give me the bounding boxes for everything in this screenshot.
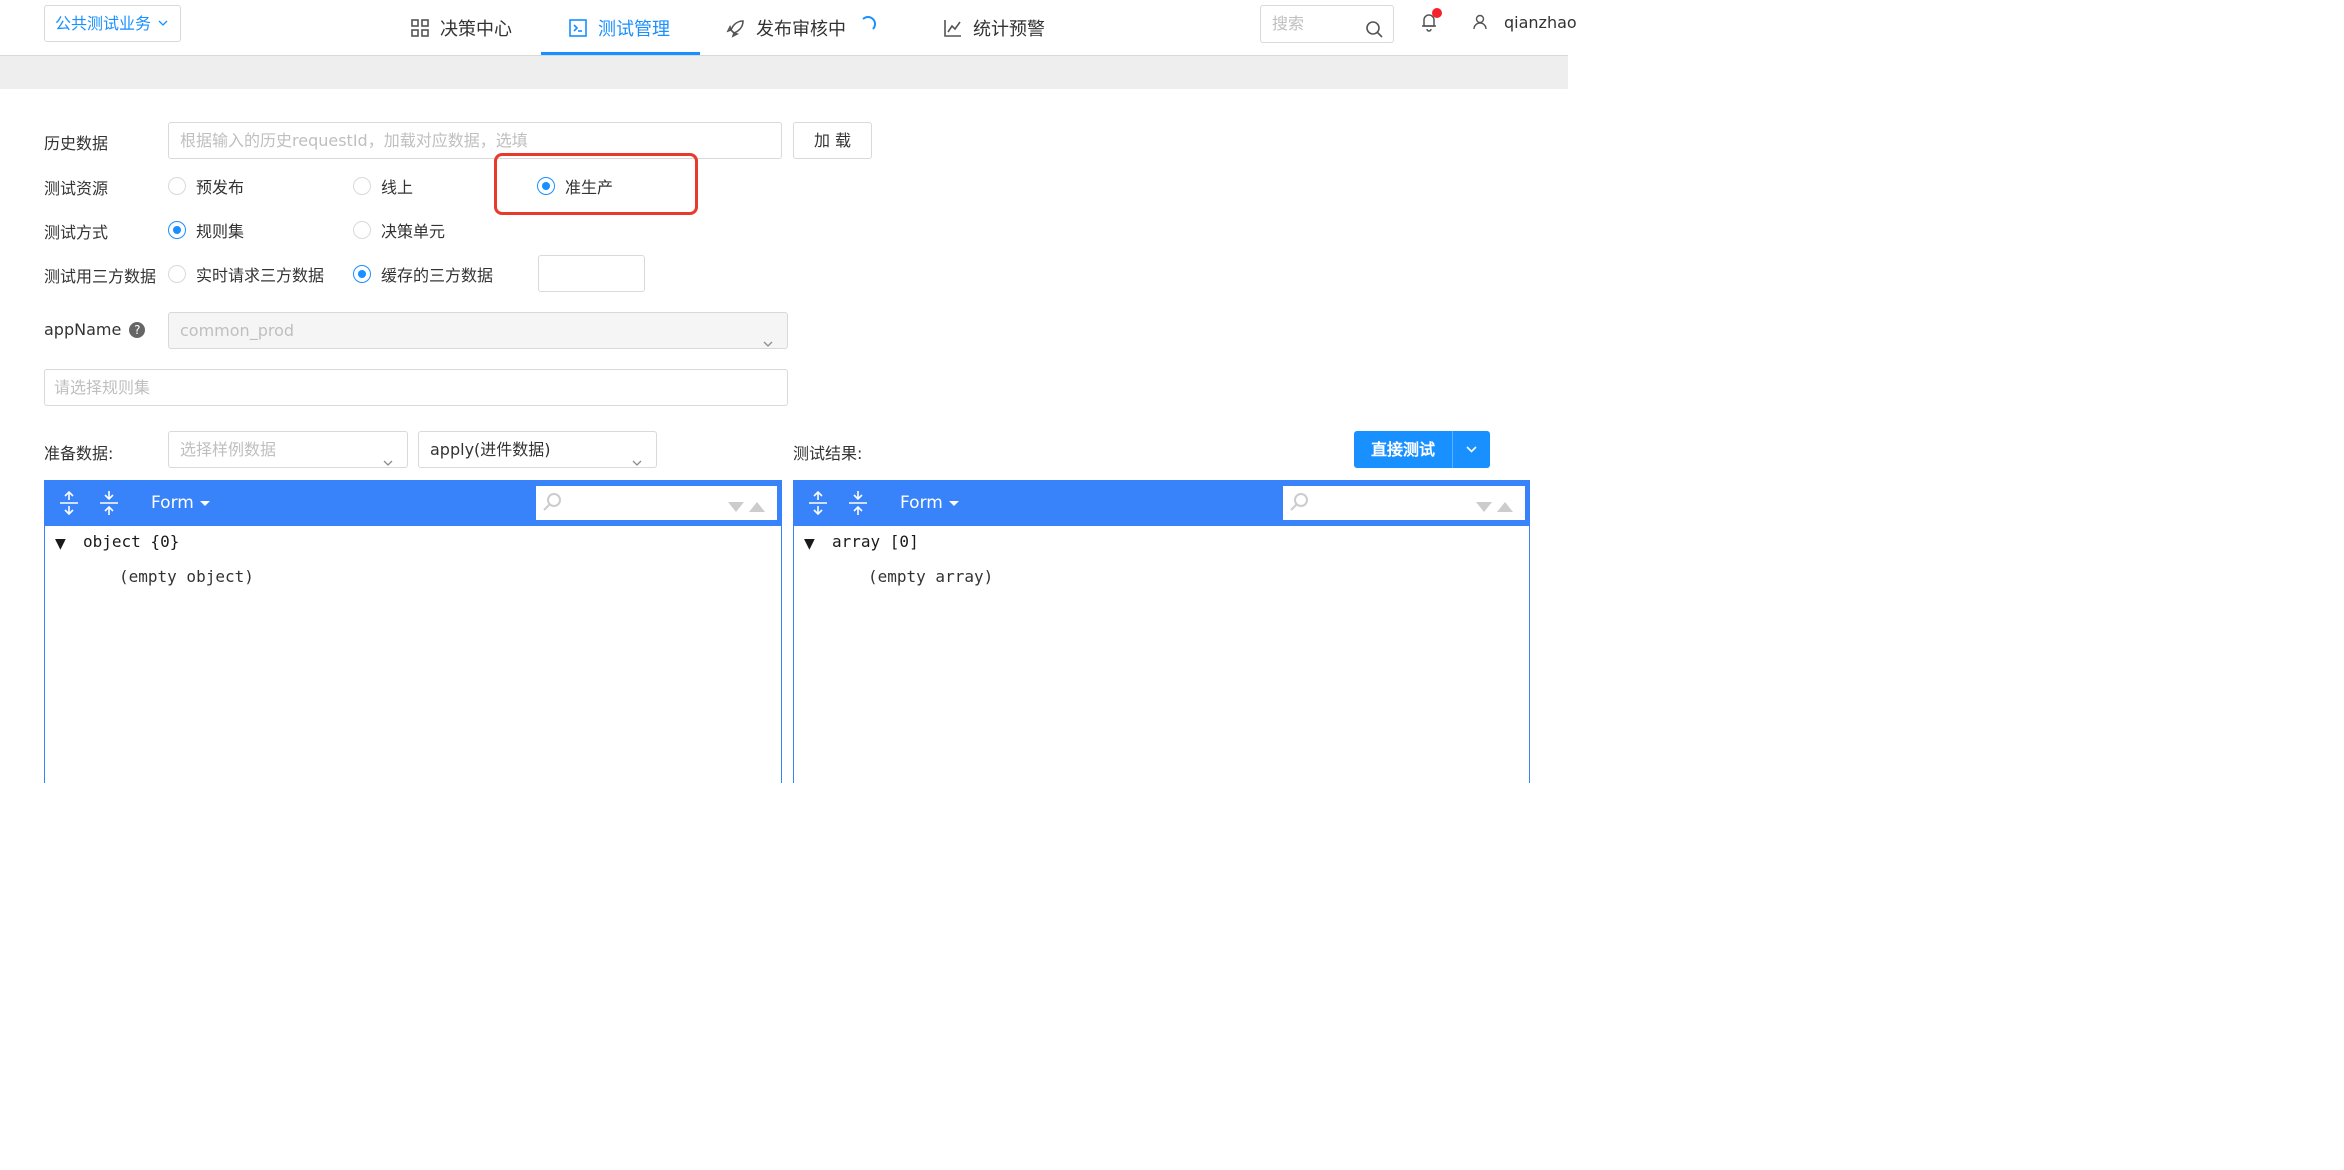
appname-value: common_prod [180, 321, 295, 340]
search-input[interactable]: 搜索 [1260, 5, 1394, 43]
username: qianzhao [1504, 12, 1577, 32]
editor-mode-menu[interactable]: Form [151, 481, 211, 526]
radio-resource-online[interactable]: 线上 [353, 174, 413, 198]
nav-active-indicator [541, 52, 700, 55]
history-placeholder: 根据输入的历史requestId，加载对应数据，选填 [180, 131, 528, 150]
ruleset-placeholder: 请选择规则集 [54, 378, 151, 397]
radio-thirdparty-cached-label: 缓存的三方数据 [381, 266, 494, 285]
user-menu[interactable]: qianzhao [1472, 0, 1577, 44]
nav-test-management-label: 测试管理 [598, 19, 670, 40]
search-icon [1289, 492, 1309, 512]
method-label: 测试方式 [44, 223, 109, 242]
line-chart-icon [943, 18, 963, 38]
radio-dot [168, 177, 186, 195]
nav-test-management[interactable]: 测试管理 [568, 0, 670, 56]
expand-all-icon[interactable] [56, 490, 82, 516]
editor-search-input[interactable] [536, 486, 777, 520]
annotation-highlight-box [494, 153, 698, 215]
radio-dot [353, 177, 371, 195]
search-prev-next-icon[interactable] [727, 498, 767, 512]
appname-label: appName? [44, 320, 146, 339]
search-icon [542, 492, 562, 512]
radio-dot [353, 221, 371, 239]
editor-search-input[interactable] [1283, 486, 1525, 520]
radio-method-ruleset-label: 规则集 [196, 222, 245, 241]
nav-decision-center-label: 决策中心 [440, 19, 512, 40]
editor-toolbar: Form [794, 481, 1529, 526]
tree-root-node[interactable]: array [0] [832, 532, 919, 551]
test-dropdown-button[interactable] [1453, 431, 1490, 468]
radio-resource-staging-label: 预发布 [196, 178, 245, 197]
radio-method-decision-unit-label: 决策单元 [381, 222, 446, 241]
loading-spinner-icon [860, 16, 876, 32]
collapse-all-icon[interactable] [96, 490, 122, 516]
collapse-all-icon[interactable] [845, 490, 871, 516]
grid-icon [410, 18, 430, 38]
tree-expand-toggle[interactable]: ▼ [55, 536, 66, 552]
nav-release-review-label: 发布审核中 [756, 19, 846, 40]
radio-dot [168, 265, 186, 283]
test-result-label: 测试结果: [793, 444, 863, 463]
chevron-down-icon [763, 326, 773, 347]
history-label: 历史数据 [44, 134, 109, 153]
radio-dot [168, 221, 186, 239]
nav-statistics-alert[interactable]: 统计预警 [943, 0, 1045, 56]
editor-mode-menu[interactable]: Form [900, 481, 960, 526]
chevron-down-icon [1466, 446, 1477, 453]
nav-decision-center[interactable]: 决策中心 [410, 0, 512, 56]
direct-test-button-group: 直接测试 [1354, 431, 1490, 468]
thirdparty-label: 测试用三方数据 [44, 267, 157, 286]
request-json-editor[interactable]: Form ▼ object {0} (empty object) [44, 480, 782, 783]
nav-release-review[interactable]: 发布审核中 [726, 0, 876, 56]
direct-test-button[interactable]: 直接测试 [1354, 431, 1452, 468]
radio-dot [353, 265, 371, 283]
radio-thirdparty-realtime-label: 实时请求三方数据 [196, 266, 325, 285]
appname-label-text: appName [44, 320, 122, 339]
search-icon[interactable] [1365, 15, 1383, 38]
editor-mode-label: Form [151, 493, 194, 513]
load-button[interactable]: 加 载 [793, 122, 872, 159]
caret-down-icon [200, 501, 211, 506]
nav-statistics-alert-label: 统计预警 [973, 19, 1045, 40]
page-header-band [0, 56, 1568, 89]
top-navigation-bar: 公共测试业务 决策中心 测试管理 发布审核中 统计预警 搜索 qianzhao [0, 0, 1577, 56]
sample-data-select[interactable]: 选择样例数据 [168, 431, 408, 468]
chevron-down-icon [158, 6, 168, 55]
search-prev-next-icon[interactable] [1475, 498, 1515, 512]
result-json-editor[interactable]: Form ▼ array [0] (empty array) [793, 480, 1530, 783]
resource-label: 测试资源 [44, 179, 109, 198]
tree-expand-toggle[interactable]: ▼ [804, 536, 815, 552]
apply-data-select[interactable]: apply(进件数据) [418, 431, 657, 468]
thirdparty-extra-input[interactable] [538, 255, 645, 292]
radio-method-ruleset[interactable]: 规则集 [168, 218, 244, 242]
radio-thirdparty-realtime[interactable]: 实时请求三方数据 [168, 262, 324, 286]
business-select[interactable]: 公共测试业务 [44, 5, 181, 42]
rocket-icon [726, 18, 746, 38]
tree-empty-node: (empty object) [119, 567, 254, 586]
expand-all-icon[interactable] [805, 490, 831, 516]
radio-resource-online-label: 线上 [381, 178, 414, 197]
radio-resource-staging[interactable]: 预发布 [168, 174, 244, 198]
radio-thirdparty-cached[interactable]: 缓存的三方数据 [353, 262, 493, 286]
tree-empty-node: (empty array) [868, 567, 994, 586]
prepare-data-label: 准备数据: [44, 444, 114, 463]
sample-data-placeholder: 选择样例数据 [180, 440, 277, 459]
chevron-down-icon [632, 445, 642, 466]
caret-down-icon [949, 501, 960, 506]
business-select-label: 公共测试业务 [55, 14, 152, 33]
terminal-icon [568, 18, 588, 38]
apply-data-value: apply(进件数据) [430, 440, 551, 459]
ruleset-select[interactable]: 请选择规则集 [44, 369, 788, 406]
radio-method-decision-unit[interactable]: 决策单元 [353, 218, 445, 242]
editor-mode-label: Form [900, 493, 943, 513]
appname-select[interactable]: common_prod [168, 312, 788, 349]
chevron-down-icon [383, 445, 393, 466]
tree-root-node[interactable]: object {0} [83, 532, 179, 551]
notification-badge [1432, 8, 1442, 18]
search-placeholder: 搜索 [1272, 14, 1305, 33]
user-icon [1472, 14, 1488, 30]
editor-toolbar: Form [45, 481, 781, 526]
help-icon[interactable]: ? [129, 322, 146, 338]
